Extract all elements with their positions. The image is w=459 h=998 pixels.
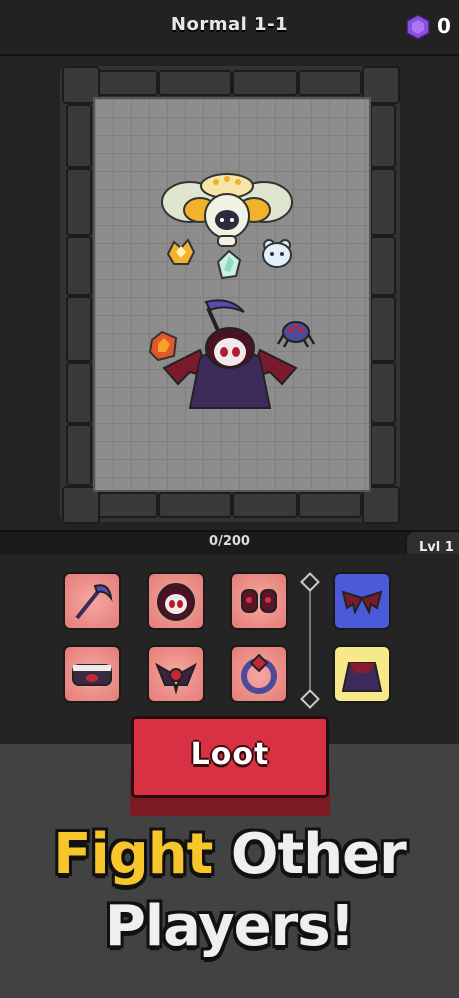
wall-brick xyxy=(66,236,92,296)
arena-floor xyxy=(93,97,371,492)
wall-brick xyxy=(298,70,362,96)
loot-button-label: Loot xyxy=(190,737,270,772)
equipment-slot-cloak[interactable] xyxy=(333,645,391,703)
wall-brick xyxy=(370,362,396,424)
wall-brick xyxy=(66,104,92,168)
wall-brick xyxy=(370,424,396,486)
amulet-icon xyxy=(155,662,197,695)
cloak-icon xyxy=(341,662,383,692)
wall-brick xyxy=(66,424,92,486)
experience-text: 0/200 xyxy=(209,534,250,549)
scythe-icon xyxy=(75,584,113,620)
wall-brick xyxy=(158,492,232,518)
wall-brick xyxy=(232,492,298,518)
player-orbit-spider-icon xyxy=(276,321,316,348)
angel-orbit-ice-bear-icon xyxy=(262,239,292,268)
equipment-slot-hood[interactable] xyxy=(147,572,205,630)
wings-icon xyxy=(341,590,383,615)
equipment-slot-gloves[interactable] xyxy=(230,572,288,630)
wall-brick xyxy=(98,70,158,96)
equipment-slot-amulet[interactable] xyxy=(147,645,205,703)
wall-brick xyxy=(370,104,396,168)
wall-brick xyxy=(232,70,298,96)
gem-icon xyxy=(406,14,430,40)
belt-icon xyxy=(72,664,112,686)
angel-orbit-crystal-icon xyxy=(216,250,242,280)
equipment-slot-ring[interactable] xyxy=(230,645,288,703)
wall-brick xyxy=(66,362,92,424)
player-reaper-sprite[interactable] xyxy=(160,298,300,414)
wall-brick xyxy=(98,492,158,518)
player-orbit-fire-icon xyxy=(148,330,178,362)
equipment-slot-scythe[interactable] xyxy=(63,572,121,630)
hood-icon xyxy=(157,583,195,621)
stage-title: Normal 1-1 xyxy=(170,14,289,35)
experience-bar: 0/200 xyxy=(0,530,459,556)
wall-brick xyxy=(158,70,232,96)
wall-brick xyxy=(298,492,362,518)
angel-orbit-relic-icon xyxy=(166,238,196,265)
wall-brick xyxy=(66,296,92,362)
wall-brick xyxy=(370,168,396,236)
loot-button[interactable]: Loot xyxy=(131,716,329,798)
gloves-icon xyxy=(241,589,277,613)
promo-word-other: Other xyxy=(230,822,407,887)
ring-icon xyxy=(241,653,277,694)
wall-brick xyxy=(66,168,92,236)
equipment-slot-wings[interactable] xyxy=(333,572,391,630)
promo-line-1: Fight Other xyxy=(0,822,459,887)
top-bar: Normal 1-1 0 xyxy=(0,0,459,56)
promo-word-fight: Fight xyxy=(53,822,213,887)
wall-brick xyxy=(370,236,396,296)
wall-brick xyxy=(370,296,396,362)
equipment-slot-belt[interactable] xyxy=(63,645,121,703)
promo-line-2: Players! xyxy=(104,894,355,959)
gem-count: 0 xyxy=(437,14,451,38)
slot-scroll-rail[interactable] xyxy=(309,582,311,700)
